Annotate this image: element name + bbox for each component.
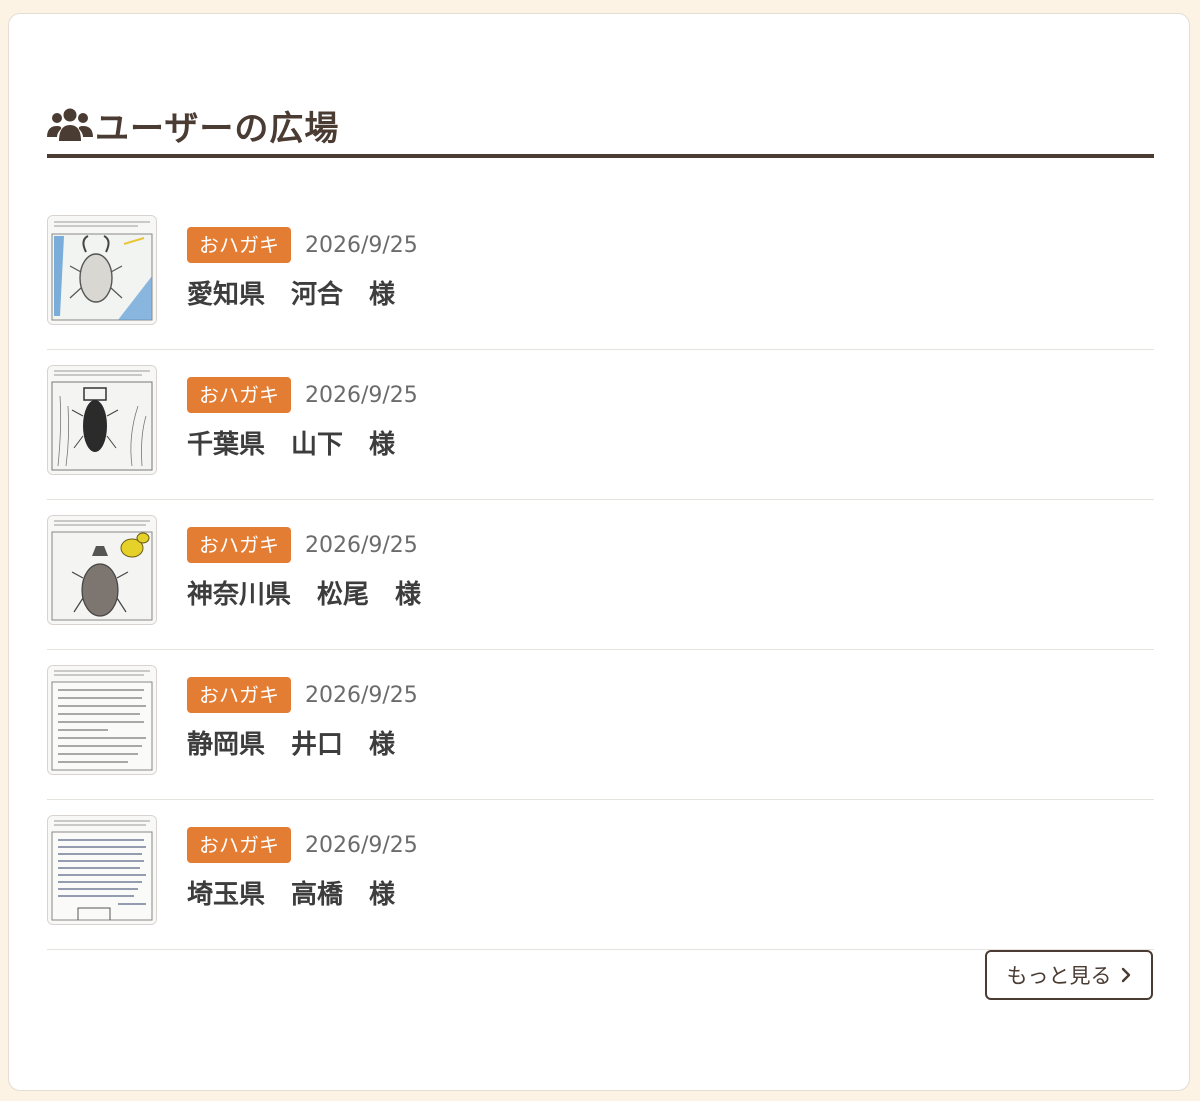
category-badge: おハガキ bbox=[187, 227, 291, 263]
category-badge: おハガキ bbox=[187, 677, 291, 713]
post-thumbnail[interactable] bbox=[47, 815, 157, 925]
post-thumbnail[interactable] bbox=[47, 515, 157, 625]
post-thumbnail[interactable] bbox=[47, 365, 157, 475]
rhinoceros-beetle-drawing bbox=[48, 516, 156, 624]
category-badge: おハガキ bbox=[187, 377, 291, 413]
section-header: ユーザーの広場 bbox=[47, 96, 1154, 158]
post-date: 2026/9/25 bbox=[305, 682, 418, 708]
post-date: 2026/9/25 bbox=[305, 382, 418, 408]
post-thumbnail[interactable] bbox=[47, 215, 157, 325]
category-badge: おハガキ bbox=[187, 527, 291, 563]
handwritten-letter bbox=[48, 666, 156, 774]
section-title: ユーザーの広場 bbox=[95, 108, 340, 149]
post-date: 2026/9/25 bbox=[305, 532, 418, 558]
category-badge: おハガキ bbox=[187, 827, 291, 863]
user-plaza-card: ユーザーの広場 おハガキ 2026/9/25 愛知県 河合 様 おハガキ 202… bbox=[8, 13, 1190, 1091]
post-list: おハガキ 2026/9/25 愛知県 河合 様 おハガキ 2026/9/25 千… bbox=[47, 200, 1154, 950]
list-item[interactable]: おハガキ 2026/9/25 愛知県 河合 様 bbox=[47, 200, 1154, 350]
sender-name[interactable]: 愛知県 河合 様 bbox=[187, 274, 395, 311]
list-item[interactable]: おハガキ 2026/9/25 神奈川県 松尾 様 bbox=[47, 500, 1154, 650]
post-thumbnail[interactable] bbox=[47, 665, 157, 775]
list-item[interactable]: おハガキ 2026/9/25 千葉県 山下 様 bbox=[47, 350, 1154, 500]
stag-beetle-drawing bbox=[48, 216, 156, 324]
sender-name[interactable]: 神奈川県 松尾 様 bbox=[187, 574, 421, 611]
beetle-sketch-drawing bbox=[48, 366, 156, 474]
post-date: 2026/9/25 bbox=[305, 232, 418, 258]
sender-name[interactable]: 千葉県 山下 様 bbox=[187, 424, 395, 461]
chevron-right-icon bbox=[1121, 967, 1130, 983]
sender-name[interactable]: 埼玉県 高橋 様 bbox=[187, 874, 395, 911]
see-more-label: もっと見る bbox=[1006, 964, 1112, 988]
list-item[interactable]: おハガキ 2026/9/25 埼玉県 高橋 様 bbox=[47, 800, 1154, 950]
users-icon bbox=[47, 108, 93, 141]
handwritten-letter bbox=[48, 816, 156, 924]
sender-name[interactable]: 静岡県 井口 様 bbox=[187, 724, 395, 761]
list-item[interactable]: おハガキ 2026/9/25 静岡県 井口 様 bbox=[47, 650, 1154, 800]
post-date: 2026/9/25 bbox=[305, 832, 418, 858]
see-more-button[interactable]: もっと見る bbox=[985, 950, 1153, 1000]
